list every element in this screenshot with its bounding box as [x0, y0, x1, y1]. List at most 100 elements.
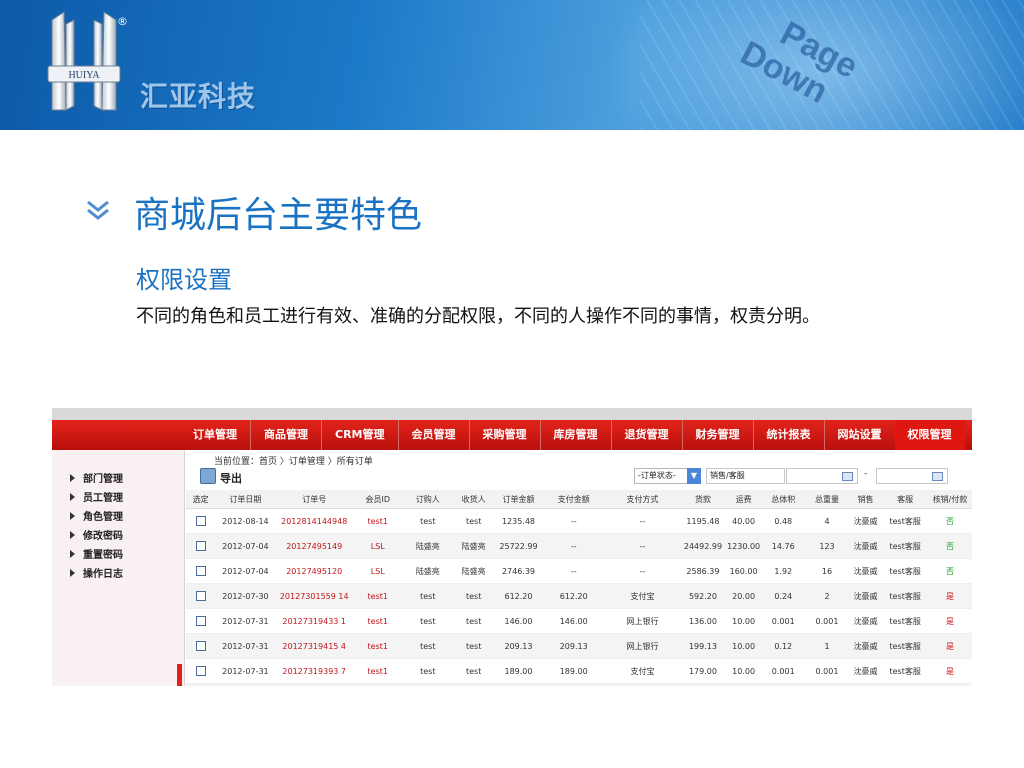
- caret-right-icon: [70, 530, 75, 539]
- sales-service-input[interactable]: 销售/客服: [706, 468, 785, 484]
- table-cell: 2012-08-14: [215, 508, 276, 534]
- table-cell: 沈豪威: [848, 558, 883, 584]
- slide-description: 不同的角色和员工进行有效、准确的分配权限，不同的人操作不同的事情，权责分明。: [136, 306, 820, 327]
- table-cell: 209.13: [494, 633, 543, 659]
- header-banner: HUIYA ® 汇亚科技 Page Down: [0, 0, 1024, 130]
- table-cell: LSL: [352, 533, 403, 559]
- column-header: 收货人: [452, 490, 495, 509]
- table-cell: 陆盛亮: [452, 533, 495, 559]
- nav-item[interactable]: CRM管理: [321, 420, 398, 450]
- table-cell: 1230.00: [725, 533, 762, 559]
- table-cell: 0.48: [761, 508, 806, 534]
- table-cell: 是: [928, 583, 972, 609]
- table-cell[interactable]: 20127319380 1: [275, 683, 353, 686]
- table-cell: 0.12: [761, 683, 806, 686]
- nav-item[interactable]: 网站设置: [823, 420, 895, 450]
- sidebar-item[interactable]: 操作日志: [70, 563, 123, 582]
- column-header: 会员ID: [352, 490, 403, 509]
- table-cell[interactable]: 20127319433 1: [275, 608, 353, 634]
- nav-item[interactable]: 订单管理: [180, 420, 250, 450]
- sidebar-item[interactable]: 重置密码: [70, 544, 123, 563]
- nav-item[interactable]: 库房管理: [539, 420, 611, 450]
- column-header: 选定: [186, 490, 216, 509]
- sidebar-item-label: 修改密码: [83, 531, 123, 542]
- table-cell: 10.00: [725, 658, 762, 684]
- row-checkbox[interactable]: [195, 541, 206, 551]
- table-cell[interactable]: 20127319393 7: [275, 658, 353, 684]
- table-cell: 2586.39: [680, 558, 726, 584]
- table-cell: 2: [805, 583, 849, 609]
- table-cell: test: [452, 658, 495, 684]
- table-cell: 沈豪威: [848, 583, 883, 609]
- table-cell: 4: [805, 508, 849, 534]
- column-header: 支付方式: [604, 490, 681, 509]
- table-cell: 2012-07-04: [215, 558, 276, 584]
- calendar-icon[interactable]: [842, 472, 853, 481]
- table-cell: 612.20: [494, 583, 543, 609]
- export-icon[interactable]: [200, 468, 216, 484]
- order-status-select[interactable]: -订单状态- ▼: [634, 468, 701, 484]
- table-cell[interactable]: 20127495149: [275, 533, 353, 559]
- nav-item[interactable]: 统计报表: [752, 420, 824, 450]
- table-cell: 0.001: [761, 608, 806, 634]
- nav-item[interactable]: 采购管理: [468, 420, 540, 450]
- table-cell: --: [542, 533, 605, 559]
- row-checkbox[interactable]: [195, 566, 206, 576]
- table-cell: 支付宝: [604, 583, 681, 609]
- column-header: 销售: [848, 490, 883, 509]
- date-separator: -: [864, 469, 868, 479]
- sidebar-item[interactable]: 部门管理: [70, 468, 123, 487]
- nav-item[interactable]: 会员管理: [397, 420, 469, 450]
- table-cell: 沈豪威: [848, 608, 883, 634]
- calendar-icon[interactable]: [932, 472, 943, 481]
- column-header: 支付金额: [542, 490, 605, 509]
- nav-item[interactable]: 权限管理: [894, 420, 965, 450]
- table-cell[interactable]: 20127495120: [275, 558, 353, 584]
- row-select-cell: [186, 658, 216, 684]
- sidebar-item[interactable]: 修改密码: [70, 525, 123, 544]
- row-checkbox[interactable]: [195, 666, 206, 676]
- start-date-input[interactable]: [786, 468, 858, 484]
- table-row[interactable]: 2012-07-31 20127319393 7 test1 test test 189.…: [186, 658, 972, 684]
- table-cell: test1: [352, 683, 403, 686]
- table-cell: 160.00: [725, 558, 762, 584]
- row-checkbox[interactable]: [195, 641, 206, 651]
- table-row[interactable]: 2012-07-31 20127319415 4 test1 test test 209.…: [186, 633, 972, 659]
- export-button[interactable]: 导出: [220, 470, 242, 486]
- registered-mark: ®: [117, 15, 128, 28]
- end-date-input[interactable]: [876, 468, 948, 484]
- table-cell: 10.00: [725, 683, 762, 686]
- table-row[interactable]: 2012-07-04 20127495120 LSL 陆盛亮 陆盛亮 2746.39 -- -…: [186, 558, 972, 584]
- row-checkbox[interactable]: [195, 616, 206, 626]
- table-cell[interactable]: 2012814144948: [275, 508, 353, 534]
- table-row[interactable]: 2012-07-04 20127495149 LSL 陆盛亮 陆盛亮 25722.99 --…: [186, 533, 972, 559]
- table-cell: test1: [352, 583, 403, 609]
- table-cell: test客服: [882, 683, 929, 686]
- nav-item[interactable]: 退货管理: [610, 420, 682, 450]
- table-row[interactable]: 2012-08-14 2012814144948 test1 test test 1235…: [186, 508, 972, 534]
- table-cell: 2012-07-30: [215, 583, 276, 609]
- table-cell[interactable]: 20127319415 4: [275, 633, 353, 659]
- caret-right-icon: [70, 511, 75, 520]
- nav-item[interactable]: 财务管理: [681, 420, 753, 450]
- nav-item[interactable]: 商品管理: [250, 420, 321, 450]
- chevron-down-icon[interactable]: ▼: [687, 468, 701, 484]
- sidebar-item[interactable]: 员工管理: [70, 487, 123, 506]
- table-row[interactable]: 2012-07-30 20127301559 14 test1 test test 612…: [186, 583, 972, 609]
- caret-right-icon: [70, 492, 75, 501]
- table-cell: 209.13: [542, 633, 605, 659]
- row-checkbox[interactable]: [195, 591, 206, 601]
- table-row[interactable]: 2012-07-31 20127319433 1 test1 test test 146.…: [186, 608, 972, 634]
- table-cell: 是: [928, 608, 972, 634]
- table-cell: test客服: [882, 658, 929, 684]
- caret-right-icon: [70, 549, 75, 558]
- table-cell: 10.00: [725, 633, 762, 659]
- table-row[interactable]: 2012-07-3120127319380 1test1testtest308.…: [186, 683, 972, 686]
- column-header: 订单金额: [494, 490, 543, 509]
- column-header: 总体积: [761, 490, 806, 509]
- table-cell: 612.20: [542, 583, 605, 609]
- row-select-cell: [186, 583, 216, 609]
- sidebar-item[interactable]: 角色管理: [70, 506, 123, 525]
- row-checkbox[interactable]: [195, 516, 206, 526]
- table-cell[interactable]: 20127301559 14: [275, 583, 353, 609]
